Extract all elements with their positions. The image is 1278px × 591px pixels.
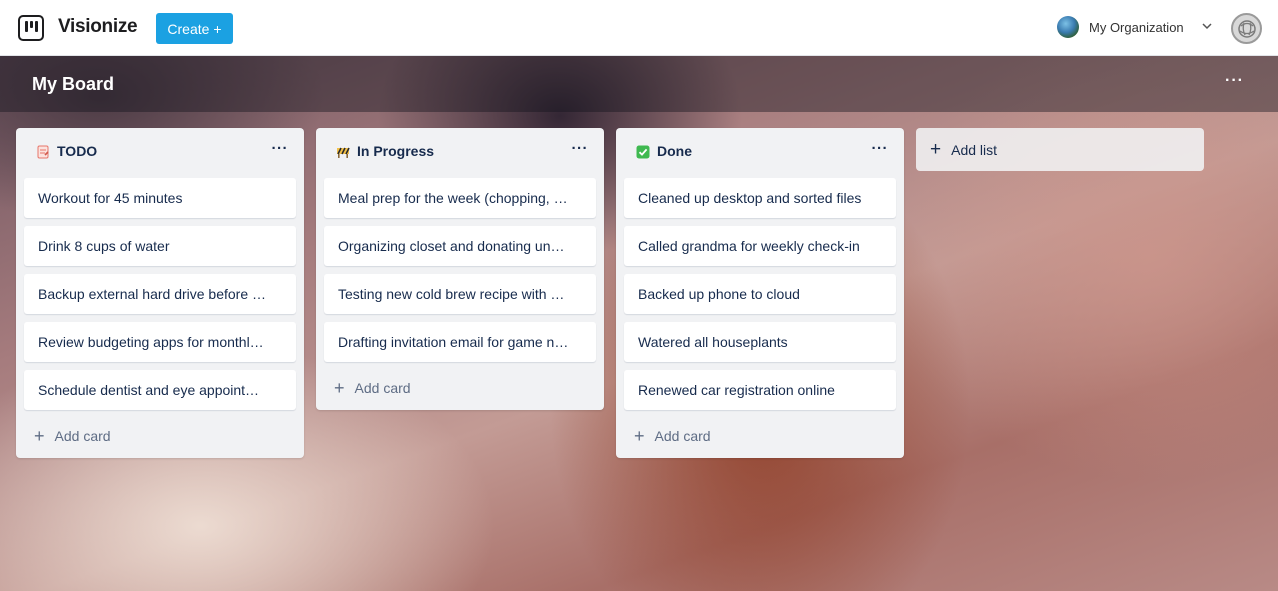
organization-switcher[interactable]: My Organization — [1057, 16, 1212, 38]
card[interactable]: Drafting invitation email for game n… — [324, 322, 596, 362]
user-avatar-pattern-icon — [1237, 19, 1256, 38]
add-card-label: Add card — [654, 428, 711, 444]
app-logo-icon[interactable] — [18, 15, 44, 41]
construction-icon — [336, 145, 350, 159]
user-avatar[interactable] — [1231, 13, 1262, 44]
organization-avatar — [1057, 16, 1079, 38]
plus-icon: + — [634, 425, 645, 446]
card[interactable]: Drink 8 cups of water — [24, 226, 296, 266]
board-canvas: My Board ··· TODO ··· Workout for 45 min… — [0, 56, 1278, 591]
list-title[interactable]: In Progress — [357, 143, 434, 159]
card-title: Testing new cold brew recipe with … — [338, 286, 565, 302]
card-title: Drafting invitation email for game n… — [338, 334, 569, 350]
plus-icon: + — [34, 425, 45, 446]
add-card-button[interactable]: + Add card — [316, 366, 604, 410]
create-button[interactable]: Create + — [156, 13, 233, 44]
card[interactable]: Schedule dentist and eye appoint… — [24, 370, 296, 410]
board-title[interactable]: My Board — [32, 74, 114, 95]
add-card-label: Add card — [354, 380, 411, 396]
list-done: Done ··· Cleaned up desktop and sorted f… — [616, 128, 904, 458]
card-title: Review budgeting apps for monthl… — [38, 334, 264, 350]
plus-icon: + — [213, 20, 222, 37]
card-list: Workout for 45 minutes Drink 8 cups of w… — [16, 174, 304, 410]
top-navbar: Visionize Create + My Organization — [0, 0, 1278, 56]
add-list-button[interactable]: + Add list — [916, 128, 1204, 171]
list-header: Done ··· — [616, 128, 904, 174]
list-menu-icon[interactable]: ··· — [272, 140, 289, 157]
card-title: Cleaned up desktop and sorted files — [638, 190, 862, 206]
card[interactable]: Review budgeting apps for monthl… — [24, 322, 296, 362]
card-title: Workout for 45 minutes — [38, 190, 183, 206]
add-card-label: Add card — [54, 428, 111, 444]
memo-icon — [36, 145, 50, 159]
add-card-button[interactable]: + Add card — [16, 414, 304, 458]
card[interactable]: Workout for 45 minutes — [24, 178, 296, 218]
list-menu-icon[interactable]: ··· — [572, 140, 589, 157]
list-title[interactable]: Done — [657, 143, 692, 159]
add-card-button[interactable]: + Add card — [616, 414, 904, 458]
check-icon — [636, 145, 650, 159]
card[interactable]: Watered all houseplants — [624, 322, 896, 362]
card-title: Drink 8 cups of water — [38, 238, 170, 254]
card-title: Called grandma for weekly check-in — [638, 238, 860, 254]
chevron-down-icon — [1202, 21, 1212, 33]
card-title: Schedule dentist and eye appoint… — [38, 382, 260, 398]
card[interactable]: Backed up phone to cloud — [624, 274, 896, 314]
card[interactable]: Backup external hard drive before … — [24, 274, 296, 314]
list-header: TODO ··· — [16, 128, 304, 174]
card[interactable]: Renewed car registration online — [624, 370, 896, 410]
list-title[interactable]: TODO — [57, 143, 97, 159]
add-list-label: Add list — [951, 141, 998, 158]
card-title: Watered all houseplants — [638, 334, 788, 350]
list-header: In Progress ··· — [316, 128, 604, 174]
plus-icon: + — [334, 377, 345, 398]
card-title: Renewed car registration online — [638, 382, 835, 398]
board-header: My Board ··· — [0, 56, 1278, 112]
card[interactable]: Testing new cold brew recipe with … — [324, 274, 596, 314]
list-in-progress: In Progress ··· Meal prep for the week (… — [316, 128, 604, 410]
card-title: Meal prep for the week (chopping, … — [338, 190, 568, 206]
card[interactable]: Cleaned up desktop and sorted files — [624, 178, 896, 218]
organization-name: My Organization — [1089, 19, 1184, 35]
card-title: Backed up phone to cloud — [638, 286, 800, 302]
create-button-label: Create — [167, 20, 210, 37]
card[interactable]: Called grandma for weekly check-in — [624, 226, 896, 266]
plus-icon: + — [930, 138, 942, 160]
board-menu-icon[interactable]: ··· — [1225, 72, 1244, 90]
card-title: Organizing closet and donating un… — [338, 238, 565, 254]
app-brand-name[interactable]: Visionize — [58, 16, 138, 38]
card-list: Meal prep for the week (chopping, … Orga… — [316, 174, 604, 362]
list-menu-icon[interactable]: ··· — [872, 140, 889, 157]
card[interactable]: Meal prep for the week (chopping, … — [324, 178, 596, 218]
card[interactable]: Organizing closet and donating un… — [324, 226, 596, 266]
card-title: Backup external hard drive before … — [38, 286, 267, 302]
list-todo: TODO ··· Workout for 45 minutes Drink 8 … — [16, 128, 304, 458]
card-list: Cleaned up desktop and sorted files Call… — [616, 174, 904, 410]
